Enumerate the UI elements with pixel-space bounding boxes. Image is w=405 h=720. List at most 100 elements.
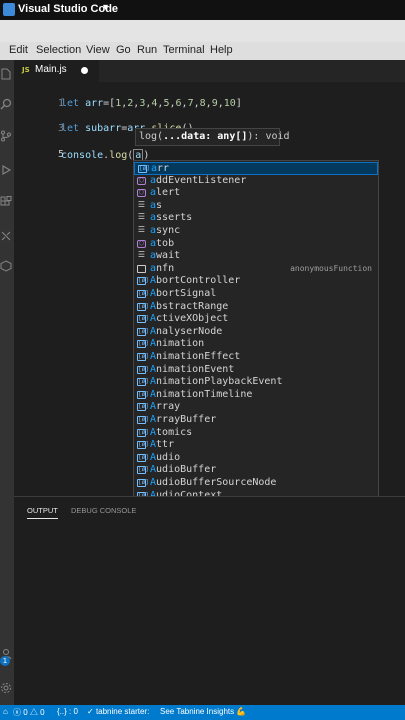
vscode-app-icon [3,3,15,16]
suggestion-item[interactable]: [ø] AudioBufferSourceNode [134,477,378,490]
suggestion-label: AudioBuffer [150,464,217,476]
suggestion-item[interactable]: ☰ await [134,250,378,263]
suggestion-label: AbortSignal [150,288,217,299]
settings-gear-icon[interactable] [0,682,12,694]
bracket-indicator[interactable]: {..} : 0 [57,707,78,716]
suggestion-item[interactable]: [ø] AnimationEvent [134,364,378,377]
search-icon[interactable] [0,98,12,110]
suggestion-item[interactable]: ⬡ alert [134,187,378,200]
menu-go[interactable]: Go [116,44,131,56]
status-bar: ⌂ ⓧ 0 △ 0 {..} : 0 ✓ tabnine starter: Se… [0,705,405,720]
suggestion-item[interactable]: [ø] AbortController [134,275,378,288]
suggestion-label: atob [150,237,175,249]
breadcrumb [14,82,405,96]
suggestion-item[interactable]: [ø] Atomics [134,427,378,440]
keyword-kind-icon: ☰ [137,212,146,222]
variable-kind-icon: [ø] [137,441,149,450]
suggestion-item[interactable]: [ø] Audio [134,452,378,465]
menu-selection[interactable]: Selection [36,44,81,56]
tabnine-insights-link[interactable]: See Tabnine Insights 💪 [160,707,246,716]
window-title-strip [0,20,405,42]
menu-edit[interactable]: Edit [9,44,28,56]
suggestion-item[interactable]: [ø] AnalyserNode [134,326,378,339]
suggestion-item[interactable]: ☰ as [134,200,378,213]
variable-kind-icon: [ø] [137,327,149,336]
chevron-down-icon[interactable]: ▾ [103,2,108,13]
js-file-icon: JS [22,66,30,74]
code-line: let arr=[1,2,3,4,5,6,7,8,9,10] [61,98,242,109]
packages-icon[interactable] [0,260,12,272]
suggestion-item[interactable]: [ø] AnimationEffect [134,351,378,364]
suggestion-label: AnimationPlaybackEvent [150,376,283,388]
menu-terminal[interactable]: Terminal [163,44,205,56]
suggestion-label: Atomics [150,426,193,438]
suggestion-label: as [150,199,163,211]
suggestion-item[interactable]: [ø] AudioBuffer [134,464,378,477]
variable-kind-icon: [ø] [137,340,149,349]
extensions-icon[interactable] [0,196,12,208]
variable-kind-icon: [ø] [137,378,149,387]
tab-output[interactable]: OUTPUT [27,506,58,519]
line-number: 1 [57,98,64,109]
variable-kind-icon: [ø] [137,365,149,374]
suggestion-item[interactable]: ⬡ addEventListener [134,175,378,188]
remote-indicator-icon[interactable]: ⌂ [3,707,8,716]
problems-indicator[interactable]: ⓧ 0 △ 0 [13,707,45,718]
suggestion-item[interactable]: [ø] AnimationTimeline [134,389,378,402]
suggestion-item[interactable]: [ø] Animation [134,338,378,351]
suggestion-label: alert [150,187,181,199]
variable-kind-icon: [ø] [137,479,149,487]
suggestion-item[interactable]: [ø] ArrayBuffer [134,414,378,427]
tabnine-status[interactable]: ✓ tabnine starter: [87,707,149,716]
keyword-kind-icon: ☰ [137,250,146,260]
suggestion-item[interactable]: ☰ asserts [134,212,378,225]
suggestion-item[interactable]: [ø] Array [134,401,378,414]
editor-tab-bar: JS Main.js [14,60,405,82]
suggestion-item[interactable]: [ø] AnimationPlaybackEvent [134,376,378,389]
suggestion-label: anfn [150,262,175,274]
suggestion-label: Animation [150,338,205,350]
suggestion-item[interactable]: [ø] arr [134,162,378,175]
variable-kind-icon: [ø] [137,302,149,311]
suggestion-label: AnimationEffect [150,351,241,362]
explorer-icon[interactable] [0,68,12,80]
variable-kind-icon: [ø] [137,353,149,361]
suggestion-label: Audio [150,451,181,463]
suggestion-label: addEventListener [150,174,247,186]
suggestion-item[interactable]: ☰ async [134,225,378,238]
variable-kind-icon: [ø] [137,290,149,298]
menu-run[interactable]: Run [137,44,157,56]
suggestion-item[interactable]: anfn anonymousFunction [134,263,378,276]
variable-kind-icon: [ø] [137,277,149,286]
method-kind-icon: ⬡ [137,176,146,185]
suggestion-label: asserts [150,212,193,224]
variable-kind-icon: [ø] [137,416,149,424]
suggestion-item[interactable]: [ø] ActiveXObject [134,313,378,326]
os-top-bar: Visual Studio Code ▾ [0,0,405,20]
source-control-icon[interactable] [0,130,12,142]
tab-label: Main.js [35,64,67,75]
remote-icon[interactable] [0,230,12,242]
tab-debug-console[interactable]: DEBUG CONSOLE [71,506,136,515]
method-kind-icon: ⬡ [137,239,146,248]
snippet-kind-icon [137,264,146,273]
suggestion-item[interactable]: ⬡ atob [134,238,378,251]
unsaved-dot-icon[interactable] [81,67,88,74]
suggestion-label: async [150,225,181,236]
suggestion-label: ArrayBuffer [150,414,217,425]
variable-kind-icon: [ø] [137,453,149,462]
suggestion-item[interactable]: [ø] AbortSignal [134,288,378,301]
variable-kind-icon: [ø] [137,428,149,437]
suggestion-label: AbortController [150,275,241,287]
suggestion-item[interactable]: [ø] AbstractRange [134,301,378,314]
activity-bar: 1 [0,60,14,705]
tab-main-js[interactable]: JS Main.js [14,60,100,82]
menu-view[interactable]: View [86,44,110,56]
menu-bar: Edit Selection View Go Run Terminal Help [0,42,405,60]
suggestion-label: AbstractRange [150,300,229,312]
run-debug-icon[interactable] [0,164,12,176]
suggestion-item[interactable]: [ø] Attr [134,439,378,452]
suggestion-label: AnalyserNode [150,325,223,337]
menu-help[interactable]: Help [210,44,233,56]
variable-kind-icon: [ø] [137,390,149,399]
